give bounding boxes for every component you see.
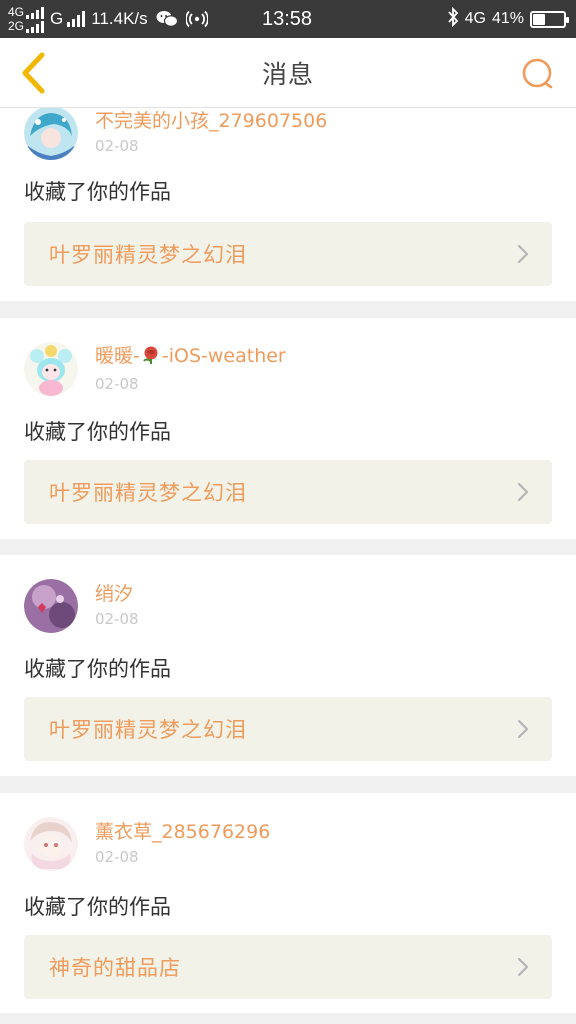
avatar[interactable] xyxy=(24,108,78,160)
bluetooth-icon xyxy=(447,6,459,32)
network-2g-label: 2G xyxy=(8,19,25,33)
username-prefix: 暖暖- xyxy=(95,344,140,367)
work-title: 神奇的甜品店 xyxy=(49,956,181,980)
nav-bar: 消息 xyxy=(0,38,576,108)
work-title: 叶罗丽精灵梦之幻泪 xyxy=(49,718,247,742)
message-action: 收藏了你的作品 xyxy=(24,657,171,681)
message-date: 02-08 xyxy=(95,848,139,866)
page-title: 消息 xyxy=(261,59,314,89)
battery-icon xyxy=(530,10,569,28)
avatar[interactable] xyxy=(24,579,78,633)
back-button[interactable] xyxy=(12,50,56,96)
username-suffix: -iOS-weather xyxy=(161,344,286,367)
work-title: 叶罗丽精灵梦之幻泪 xyxy=(49,481,247,505)
avatar[interactable] xyxy=(24,817,78,871)
chevron-right-icon xyxy=(517,719,529,739)
work-link[interactable]: 叶罗丽精灵梦之幻泪 xyxy=(24,222,552,286)
username[interactable]: 不完美的小孩_279607506 xyxy=(95,109,327,133)
message-date: 02-08 xyxy=(95,610,139,628)
network-4g-right: 4G xyxy=(464,10,486,27)
network-indicator: 4G 2G xyxy=(8,5,45,33)
rose-emoji-icon xyxy=(140,345,162,371)
signal-icon xyxy=(26,7,45,19)
battery-percent: 41% xyxy=(491,10,524,27)
chevron-left-icon xyxy=(22,52,45,94)
work-link[interactable]: 神奇的甜品店 xyxy=(24,935,552,999)
network-4g-label: 4G xyxy=(8,5,25,19)
message-list[interactable]: 不完美的小孩_279607506 02-08 收藏了你的作品 叶罗丽精灵梦之幻泪… xyxy=(0,108,576,1024)
message-date: 02-08 xyxy=(95,137,139,155)
network-g-label: G xyxy=(50,9,64,28)
message-card: 暖暖- -iOS-weather 02-08 收藏了你的作品 叶罗丽精灵梦之幻泪 xyxy=(0,318,576,539)
signal-icon xyxy=(67,11,86,27)
message-date: 02-08 xyxy=(95,374,139,393)
hotspot-icon xyxy=(185,10,208,28)
network-speed: 11.4K/s xyxy=(91,9,148,28)
username[interactable]: 薰衣草_285676296 xyxy=(95,820,270,844)
chevron-right-icon xyxy=(517,957,529,977)
status-bar: 4G 2G G 11.4K/s 13:58 4G 41% xyxy=(0,0,576,38)
message-card: 薰衣草_285676296 02-08 收藏了你的作品 神奇的甜品店 xyxy=(0,793,576,1013)
message-card: 绡汐 02-08 收藏了你的作品 叶罗丽精灵梦之幻泪 xyxy=(0,555,576,776)
chevron-right-icon xyxy=(517,482,529,502)
message-action: 收藏了你的作品 xyxy=(24,180,171,204)
username[interactable]: 暖暖- -iOS-weather xyxy=(95,344,286,371)
wechat-icon xyxy=(156,10,178,28)
message-action: 收藏了你的作品 xyxy=(24,420,171,444)
search-button[interactable] xyxy=(518,54,558,94)
avatar[interactable] xyxy=(24,342,78,396)
clock: 13:58 xyxy=(262,7,313,30)
work-link[interactable]: 叶罗丽精灵梦之幻泪 xyxy=(24,460,552,524)
work-title: 叶罗丽精灵梦之幻泪 xyxy=(49,243,247,267)
message-action: 收藏了你的作品 xyxy=(24,895,171,919)
signal-icon xyxy=(26,21,45,33)
work-link[interactable]: 叶罗丽精灵梦之幻泪 xyxy=(24,697,552,761)
search-icon xyxy=(522,58,553,89)
chevron-right-icon xyxy=(517,244,529,264)
username[interactable]: 绡汐 xyxy=(95,582,139,606)
message-card: 不完美的小孩_279607506 02-08 收藏了你的作品 叶罗丽精灵梦之幻泪 xyxy=(0,108,576,301)
